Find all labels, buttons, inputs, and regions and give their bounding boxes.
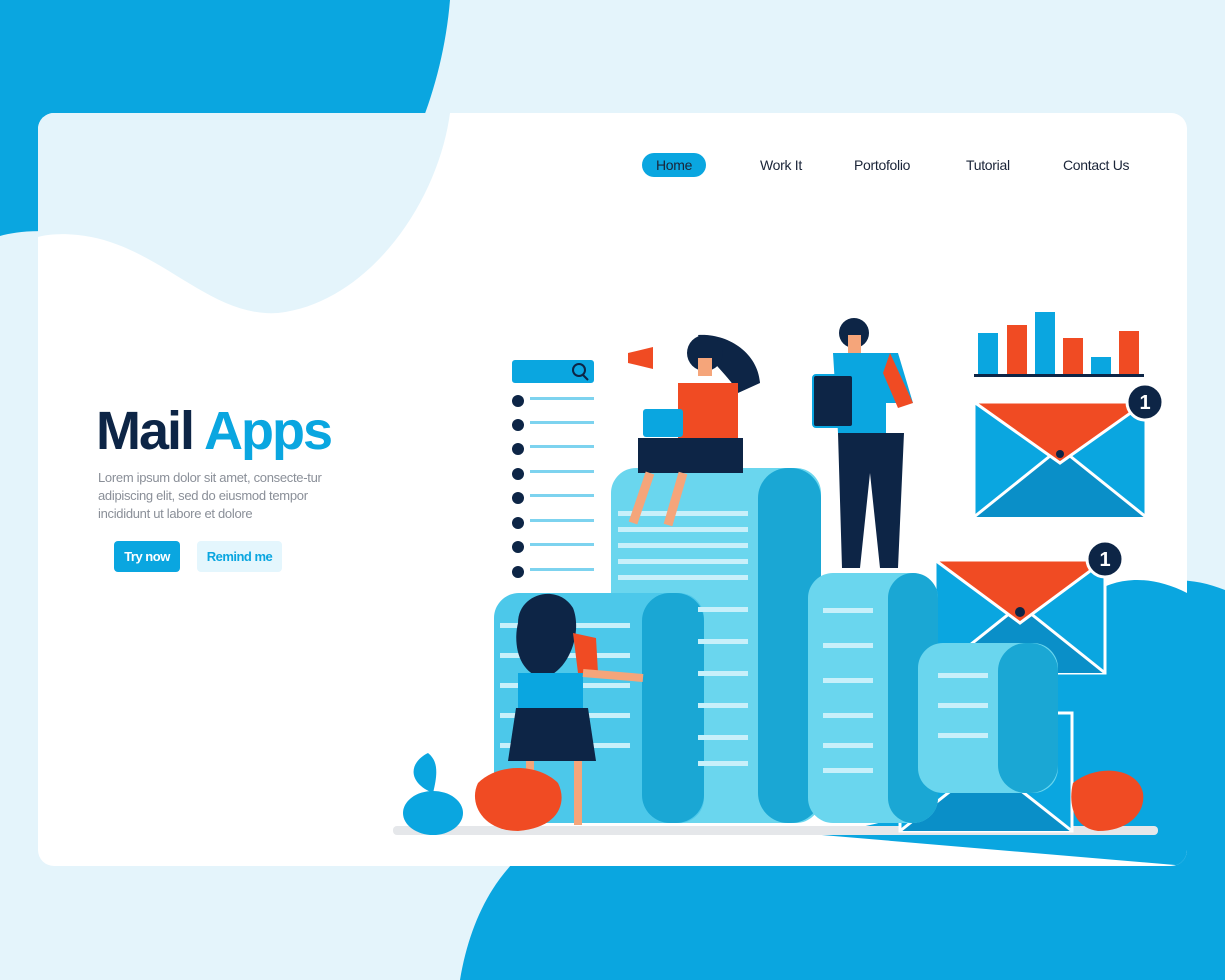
notification-badge: 1 [1099, 549, 1110, 571]
person-with-clipboard [812, 318, 913, 568]
notification-badge: 1 [1139, 392, 1150, 414]
landing-page-card: Home Work It Portofolio Tutorial Contact… [38, 113, 1187, 866]
bar-chart-icon [974, 312, 1144, 377]
envelope-icon: 1 [969, 382, 1165, 519]
checklist-icon [512, 360, 594, 578]
mail-illustration: 1 1 [393, 312, 1165, 835]
